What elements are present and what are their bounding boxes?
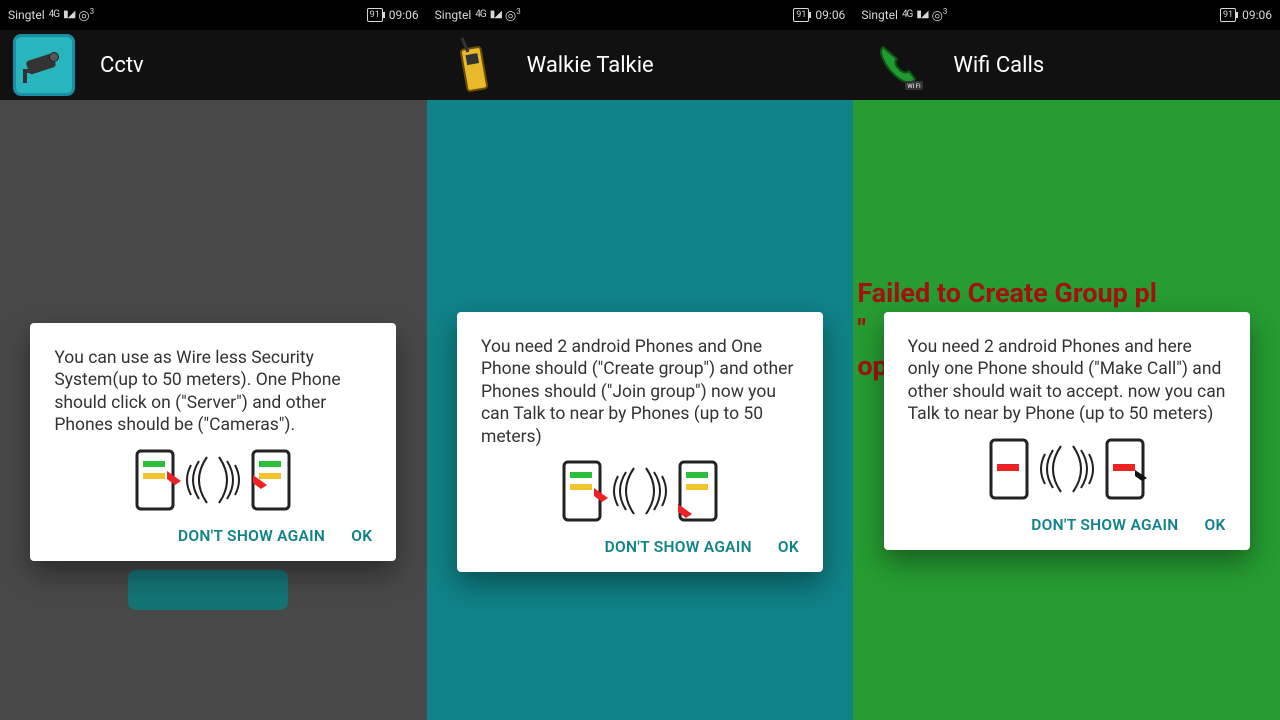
status-bar: Singtel 4G ▮◢ ◎3 91 09:06 <box>0 0 427 30</box>
status-bar: Singtel 4G ▮◢ ◎3 91 09:06 <box>853 0 1280 30</box>
dialog-illustration <box>54 447 372 513</box>
dialog-illustration <box>481 458 799 524</box>
ok-button[interactable]: OK <box>1205 516 1226 534</box>
cctv-icon <box>12 33 76 97</box>
hotspot-icon: ◎3 <box>78 7 94 23</box>
signal-icon: ▮◢ <box>490 9 501 20</box>
app-bar: WI FI Wifi Calls <box>853 30 1280 100</box>
clock: 09:06 <box>1242 8 1272 22</box>
app-title: Cctv <box>100 53 144 78</box>
dialog-message: You need 2 android Phones and One Phone … <box>481 336 799 448</box>
dialog-message: You can use as Wire less Security System… <box>54 347 372 437</box>
net-badge: 4G <box>475 9 485 20</box>
signal-icon: ▮◢ <box>63 9 74 20</box>
battery-icon: 91 <box>1220 8 1236 22</box>
clock: 09:06 <box>389 8 419 22</box>
app-bar: Cctv <box>0 30 427 100</box>
hotspot-icon: ◎3 <box>505 7 521 23</box>
app-bar: Walkie Talkie <box>427 30 854 100</box>
battery-icon: 91 <box>367 8 383 22</box>
app-title: Walkie Talkie <box>527 53 654 78</box>
screen-walkie-talkie: Singtel 4G ▮◢ ◎3 91 09:06 Walkie Talkie … <box>427 0 854 720</box>
net-badge: 4G <box>902 9 912 20</box>
info-dialog: You can use as Wire less Security System… <box>30 323 396 561</box>
walkie-talkie-icon <box>439 33 503 97</box>
ok-button[interactable]: OK <box>778 538 799 556</box>
battery-icon: 91 <box>793 8 809 22</box>
dont-show-again-button[interactable]: DON'T SHOW AGAIN <box>605 538 752 556</box>
dialog-message: You need 2 android Phones and here only … <box>908 336 1226 426</box>
app-title: Wifi Calls <box>953 53 1044 78</box>
carrier-label: Singtel <box>8 8 45 22</box>
dont-show-again-button[interactable]: DON'T SHOW AGAIN <box>1031 516 1178 534</box>
wifi-call-icon: WI FI <box>865 33 929 97</box>
clock: 09:06 <box>815 8 845 22</box>
screen-cctv: Singtel 4G ▮◢ ◎3 91 09:06 Cctv You can u <box>0 0 427 720</box>
carrier-label: Singtel <box>435 8 472 22</box>
ok-button[interactable]: OK <box>351 527 372 545</box>
dialog-illustration <box>908 436 1226 502</box>
dont-show-again-button[interactable]: DON'T SHOW AGAIN <box>178 527 325 545</box>
hotspot-icon: ◎3 <box>932 7 948 23</box>
svg-text:WI FI: WI FI <box>908 83 922 90</box>
info-dialog: You need 2 android Phones and here only … <box>884 312 1250 550</box>
status-bar: Singtel 4G ▮◢ ◎3 91 09:06 <box>427 0 854 30</box>
signal-icon: ▮◢ <box>916 9 927 20</box>
net-badge: 4G <box>49 9 59 20</box>
info-dialog: You need 2 android Phones and One Phone … <box>457 312 823 572</box>
carrier-label: Singtel <box>861 8 898 22</box>
screen-wifi-calls: Singtel 4G ▮◢ ◎3 91 09:06 WI FI Wifi Cal… <box>853 0 1280 720</box>
